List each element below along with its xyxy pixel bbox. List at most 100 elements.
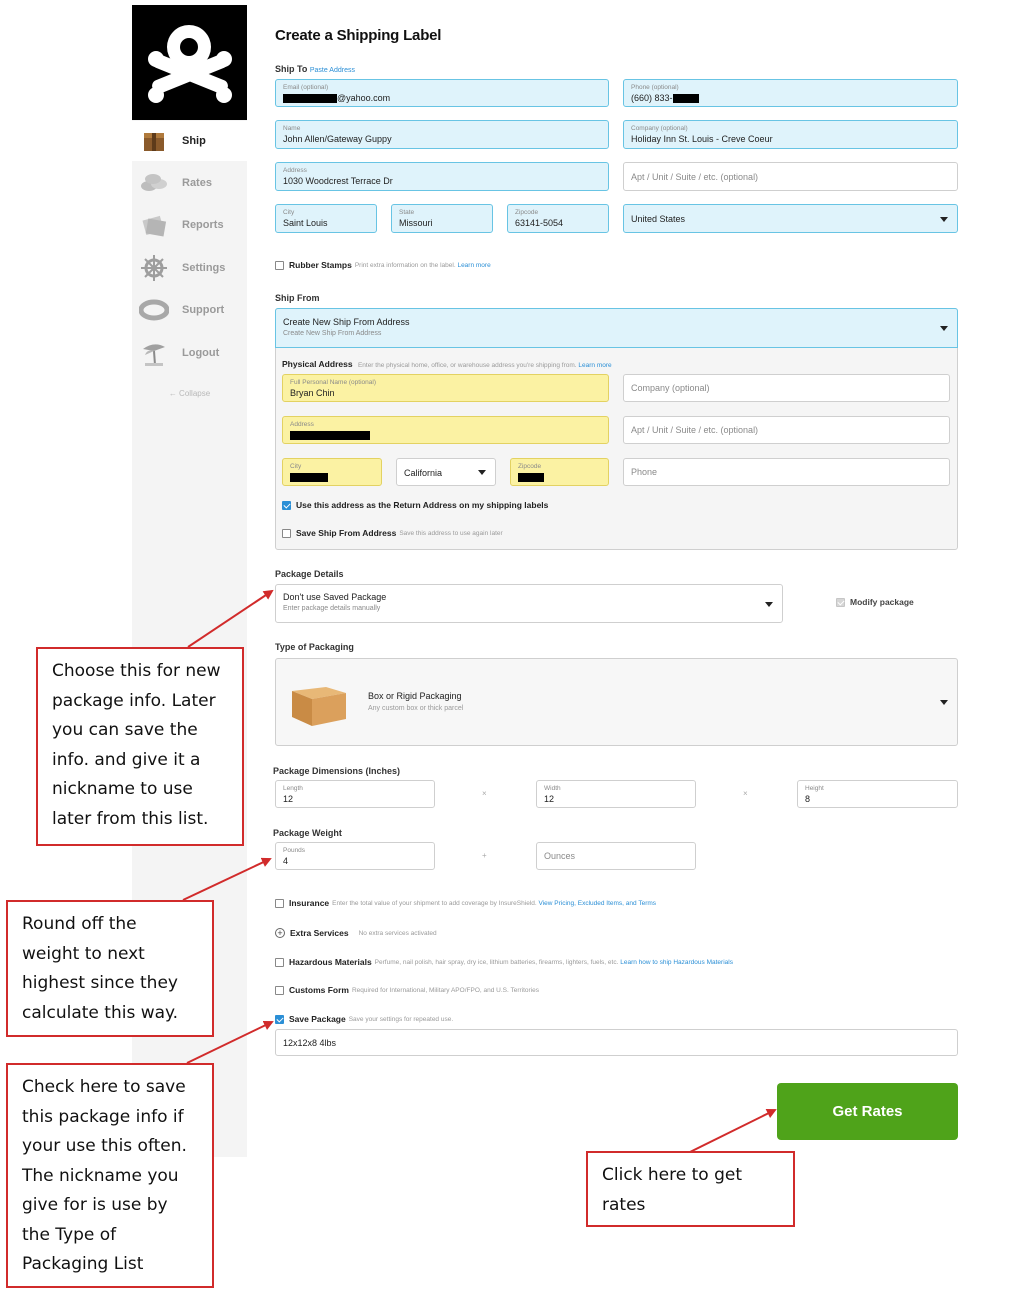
callout-saved-package: Choose this for new package info. Later …	[36, 647, 244, 846]
physical-address-learn-more[interactable]: Learn more	[578, 362, 611, 369]
ounces-field[interactable]: Ounces	[536, 842, 696, 870]
save-package-checkbox[interactable]	[275, 1014, 284, 1024]
zip-label: Zipcode	[515, 209, 539, 216]
full-name-field[interactable]: Full Personal Name (optional) Bryan Chin	[282, 374, 609, 402]
times-separator: ×	[482, 789, 487, 798]
ship-to-heading-text: Ship To	[275, 64, 308, 74]
name-field[interactable]: Name John Allen/Gateway Guppy	[275, 120, 609, 149]
zip-field[interactable]: Zipcode 63141-5054	[507, 204, 609, 233]
hazardous-checkbox[interactable]	[275, 957, 284, 967]
modify-package-row[interactable]: Modify package	[836, 597, 914, 607]
packaging-sub: Any custom box or thick parcel	[368, 705, 464, 712]
insurance-terms-link[interactable]: View Pricing, Excluded Items, and Terms	[538, 900, 656, 907]
apt-placeholder: Apt / Unit / Suite / etc. (optional)	[631, 172, 759, 182]
country-select[interactable]: United States	[623, 204, 958, 233]
cardboard-box-icon	[292, 687, 346, 726]
extra-services-row[interactable]: + Extra Services No extra services activ…	[275, 928, 437, 938]
ship-to-heading: Ship To Paste Address	[275, 64, 355, 74]
from-zip-field[interactable]: Zipcode	[510, 458, 609, 486]
package-nickname-field[interactable]: 12x12x8 4lbs	[275, 1029, 958, 1056]
phone-label: Phone (optional)	[631, 84, 679, 91]
save-ship-from-label: Save Ship From Address	[296, 528, 397, 538]
packaging-select[interactable]: Box or Rigid Packaging Any custom box or…	[275, 658, 958, 746]
phone-value: (660) 833-	[631, 92, 950, 105]
address-field[interactable]: Address 1030 Woodcrest Terrace Dr	[275, 162, 609, 191]
return-address-checkbox[interactable]	[282, 500, 291, 510]
hazardous-row[interactable]: Hazardous Materials Perfume, nail polish…	[275, 957, 733, 967]
length-value: 12	[283, 794, 294, 804]
pounds-field[interactable]: Pounds 4	[275, 842, 435, 870]
chevron-down-icon	[940, 216, 948, 222]
saved-package-title: Don't use Saved Package	[283, 592, 387, 602]
rubber-stamps-row[interactable]: Rubber Stamps Print extra information on…	[275, 260, 491, 270]
hazardous-learn-link[interactable]: Learn how to ship Hazardous Materials	[620, 959, 733, 966]
length-field[interactable]: Length 12	[275, 780, 435, 808]
apt-field[interactable]: Apt / Unit / Suite / etc. (optional)	[623, 162, 958, 191]
extra-services-label: Extra Services	[290, 928, 349, 938]
insurance-row[interactable]: Insurance Enter the total value of your …	[275, 898, 656, 908]
paste-address-link[interactable]: Paste Address	[310, 67, 355, 74]
from-apt-placeholder: Apt / Unit / Suite / etc. (optional)	[631, 425, 759, 435]
modify-package-checkbox[interactable]	[836, 597, 845, 607]
customs-row[interactable]: Customs Form Required for International,…	[275, 985, 539, 995]
return-address-row[interactable]: Use this address as the Return Address o…	[282, 500, 548, 510]
state-field[interactable]: State Missouri	[391, 204, 493, 233]
customs-checkbox[interactable]	[275, 985, 284, 995]
phone-field[interactable]: Phone (optional) (660) 833-	[623, 79, 958, 107]
full-name-value: Bryan Chin	[290, 388, 335, 398]
from-state-select[interactable]: California	[396, 458, 496, 486]
customs-label: Customs Form	[289, 985, 349, 995]
rubber-stamps-learn-more[interactable]: Learn more	[457, 262, 490, 269]
save-ship-from-checkbox[interactable]	[282, 528, 291, 538]
height-value: 8	[805, 794, 811, 804]
modify-package-label: Modify package	[850, 597, 914, 607]
plus-circle-icon[interactable]: +	[275, 928, 285, 938]
pounds-label: Pounds	[283, 847, 306, 854]
zip-value: 63141-5054	[515, 218, 564, 228]
save-ship-from-hint: Save this address to use again later	[399, 529, 503, 537]
package-nickname-value: 12x12x8 4lbs	[283, 1038, 337, 1048]
save-ship-from-row[interactable]: Save Ship From Address Save this address…	[282, 528, 503, 538]
hazardous-hint: Perfume, nail polish, hair spray, dry ic…	[375, 959, 733, 966]
extra-services-hint: No extra services activated	[358, 929, 437, 937]
from-city-label: City	[290, 463, 302, 470]
state-label: State	[399, 209, 415, 216]
get-rates-button[interactable]: Get Rates	[777, 1083, 958, 1140]
physical-address-hint: Enter the physical home, office, or ware…	[358, 362, 612, 369]
ounces-placeholder: Ounces	[544, 851, 576, 861]
package-details-heading: Package Details	[275, 569, 344, 579]
from-phone-field[interactable]: Phone	[623, 458, 950, 486]
from-zip-label: Zipcode	[518, 463, 542, 470]
phone-prefix: (660) 833-	[631, 93, 673, 103]
from-city-field[interactable]: City	[282, 458, 382, 486]
save-package-row[interactable]: Save Package Save your settings for repe…	[275, 1014, 453, 1024]
ship-from-select[interactable]: Create New Ship From Address Create New …	[275, 308, 958, 348]
callout-save-package: Check here to save this package info if …	[6, 1063, 214, 1288]
width-field[interactable]: Width 12	[536, 780, 696, 808]
company-field[interactable]: Company (optional) Holiday Inn St. Louis…	[623, 120, 958, 149]
callout-get-rates: Click here to get rates	[586, 1151, 795, 1227]
insurance-checkbox[interactable]	[275, 898, 284, 908]
height-field[interactable]: Height 8	[797, 780, 958, 808]
insurance-hint-text: Enter the total value of your shipment t…	[332, 899, 537, 907]
insurance-hint: Enter the total value of your shipment t…	[332, 900, 656, 907]
city-field[interactable]: City Saint Louis	[275, 204, 377, 233]
redaction-block	[283, 94, 337, 104]
from-address-label: Address	[290, 421, 314, 428]
save-package-hint: Save your settings for repeated use.	[348, 1015, 454, 1023]
from-zip-value	[518, 471, 601, 484]
from-apt-field[interactable]: Apt / Unit / Suite / etc. (optional)	[623, 416, 950, 444]
saved-package-select[interactable]: Don't use Saved Package Enter package de…	[275, 584, 783, 623]
email-field[interactable]: Email (optional) @yahoo.com	[275, 79, 609, 107]
save-package-label: Save Package	[289, 1014, 346, 1024]
name-value: John Allen/Gateway Guppy	[283, 134, 392, 144]
chevron-down-icon	[940, 326, 948, 331]
from-company-field[interactable]: Company (optional)	[623, 374, 950, 402]
chevron-down-icon	[478, 470, 486, 475]
from-city-value	[290, 471, 374, 484]
rubber-stamps-checkbox[interactable]	[275, 260, 284, 270]
from-address-field[interactable]: Address	[282, 416, 609, 444]
plus-separator: +	[482, 851, 487, 860]
from-phone-placeholder: Phone	[631, 467, 658, 477]
pounds-value: 4	[283, 856, 289, 866]
